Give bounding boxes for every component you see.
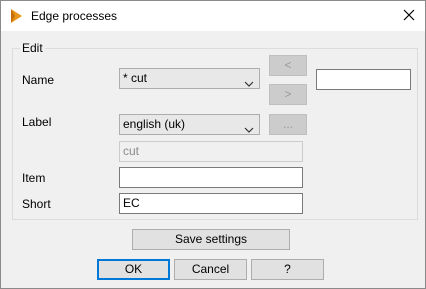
- side-input[interactable]: [316, 69, 411, 90]
- title-bar: Edge processes: [1, 1, 425, 31]
- close-button[interactable]: [393, 1, 425, 31]
- name-select[interactable]: * cut: [119, 68, 260, 89]
- label-field[interactable]: cut: [119, 141, 303, 162]
- cancel-button[interactable]: Cancel: [174, 259, 247, 280]
- ellipsis-button[interactable]: ...: [269, 114, 307, 135]
- window-title: Edge processes: [31, 9, 118, 23]
- ok-button[interactable]: OK: [97, 259, 170, 280]
- name-label: Name: [22, 73, 55, 87]
- chevron-down-icon: [244, 75, 254, 87]
- item-label: Item: [22, 171, 46, 185]
- item-field[interactable]: [119, 167, 303, 188]
- language-select-value: english (uk): [123, 117, 186, 131]
- language-select[interactable]: english (uk): [119, 114, 260, 135]
- short-field[interactable]: EC: [119, 193, 303, 214]
- help-button[interactable]: ?: [251, 259, 324, 280]
- short-label: Short: [22, 197, 51, 211]
- dialog-window: Edge processes Edit Name * cut < > Label…: [0, 0, 426, 289]
- chevron-down-icon: [244, 121, 254, 133]
- close-icon: [403, 9, 415, 24]
- name-select-value: * cut: [123, 71, 148, 85]
- save-settings-button[interactable]: Save settings: [132, 229, 290, 250]
- next-button[interactable]: >: [269, 84, 307, 105]
- app-logo-icon: [9, 8, 25, 24]
- previous-button[interactable]: <: [269, 55, 307, 76]
- edit-group-legend: Edit: [20, 41, 45, 55]
- label-label: Label: [22, 115, 52, 129]
